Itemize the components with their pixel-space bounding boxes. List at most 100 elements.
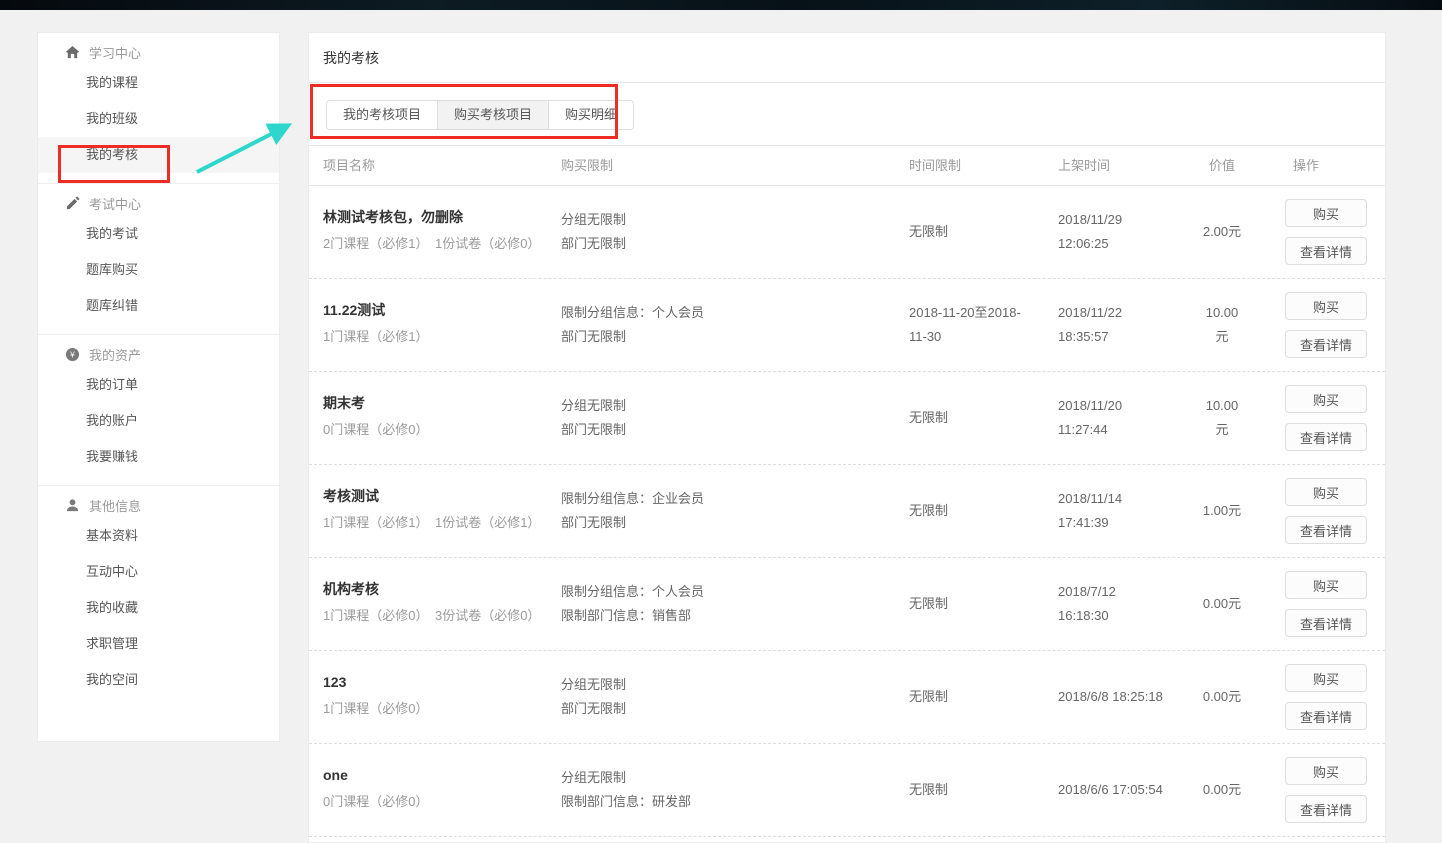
page-title: 我的考核: [309, 33, 1385, 83]
sidebar-item[interactable]: 我的考试: [38, 216, 279, 252]
time-limit: 无限制: [909, 685, 1021, 709]
sidebar-item[interactable]: 求职管理: [38, 626, 279, 662]
sidebar-item[interactable]: 互动中心: [38, 554, 279, 590]
sidebar-item[interactable]: 我的课程: [38, 65, 279, 101]
listed-time: 2018/7/12 16:18:30: [1058, 580, 1198, 628]
project-meta: 2门课程（必修1） 1份试卷（必修0）: [323, 232, 551, 255]
sidebar-section-label: 考试中心: [89, 194, 141, 213]
table-row: 123 1门课程（必修0） 分组无限制 部门无限制 无限制 2018/6/8 1…: [309, 651, 1385, 744]
price: 10.00 元: [1194, 301, 1250, 349]
header-actions: 操作: [1285, 146, 1375, 186]
purchase-limit-line2: 限制部门信息：研发部: [561, 790, 861, 814]
tab[interactable]: 我的考核项目: [327, 101, 437, 129]
sidebar-item[interactable]: 我的收藏: [38, 590, 279, 626]
home-icon: [64, 44, 80, 60]
purchase-limit-line1: 分组无限制: [561, 766, 861, 790]
tab[interactable]: 购买考核项目: [437, 101, 548, 129]
sidebar-section-title: 学习中心: [38, 39, 279, 65]
table-row: 期末考 0门课程（必修0） 分组无限制 部门无限制 无限制 2018/11/20…: [309, 372, 1385, 465]
price: 2.00元: [1194, 220, 1250, 244]
project-meta: 1门课程（必修1） 1份试卷（必修1）: [323, 511, 551, 534]
time-limit: 无限制: [909, 499, 1021, 523]
sidebar-item[interactable]: 题库纠错: [38, 288, 279, 324]
price: 0.00元: [1194, 778, 1250, 802]
view-detail-button[interactable]: 查看详情: [1285, 516, 1367, 544]
header-purchase-limit: 购买限制: [561, 146, 861, 186]
header-time-limit: 时间限制: [909, 146, 1021, 186]
view-detail-button[interactable]: 查看详情: [1285, 330, 1367, 358]
sidebar-item[interactable]: 我的考核: [38, 137, 279, 173]
listed-time: 2018/11/20 11:27:44: [1058, 394, 1198, 442]
purchase-limit-line2: 限制部门信息：销售部: [561, 604, 861, 628]
purchase-limit-line1: 限制分组信息：个人会员: [561, 580, 861, 604]
table-row: 11.22测试 1门课程（必修1） 限制分组信息：个人会员 部门无限制 2018…: [309, 279, 1385, 372]
time-limit: 无限制: [909, 220, 1021, 244]
table-row: 机构考核 1门课程（必修0） 3份试卷（必修0） 限制分组信息：个人会员 限制部…: [309, 558, 1385, 651]
purchase-limit-line1: 分组无限制: [561, 208, 861, 232]
sidebar-item[interactable]: 基本资料: [38, 518, 279, 554]
sidebar-item[interactable]: 题库购买: [38, 252, 279, 288]
sidebar-item[interactable]: 我的空间: [38, 662, 279, 698]
buy-button[interactable]: 购买: [1285, 478, 1367, 506]
purchase-limit-line1: 分组无限制: [561, 394, 861, 418]
project-meta: 0门课程（必修0）: [323, 418, 551, 441]
sidebar-item[interactable]: 我的账户: [38, 403, 279, 439]
buy-button[interactable]: 购买: [1285, 757, 1367, 785]
view-detail-button[interactable]: 查看详情: [1285, 702, 1367, 730]
project-name: one: [323, 766, 551, 784]
listed-time: 2018/6/8 18:25:18: [1058, 685, 1198, 709]
purchase-limit-line2: 部门无限制: [561, 232, 861, 256]
sidebar-section-label: 我的资产: [89, 345, 141, 364]
sidebar-section-title: ¥ 我的资产: [38, 341, 279, 367]
time-limit: 无限制: [909, 778, 1021, 802]
sidebar-section-label: 其他信息: [89, 496, 141, 515]
project-meta: 1门课程（必修0）: [323, 697, 551, 720]
purchase-limit-line2: 部门无限制: [561, 418, 861, 442]
buy-button[interactable]: 购买: [1285, 199, 1367, 227]
time-limit: 无限制: [909, 592, 1021, 616]
tab[interactable]: 购买明细: [548, 101, 633, 129]
svg-text:¥: ¥: [69, 349, 75, 359]
project-name: 林测试考核包，勿删除: [323, 208, 551, 226]
project-name: 123: [323, 673, 551, 691]
coin-icon: ¥: [64, 346, 80, 362]
sidebar-item[interactable]: 我要赚钱: [38, 439, 279, 475]
buy-button[interactable]: 购买: [1285, 292, 1367, 320]
purchase-limit-line2: 部门无限制: [561, 325, 861, 349]
sidebar-section-title: 考试中心: [38, 190, 279, 216]
sidebar-section: 学习中心我的课程我的班级我的考核: [38, 33, 279, 184]
table-row: 林测试考核包，勿删除 2门课程（必修1） 1份试卷（必修0） 分组无限制 部门无…: [309, 186, 1385, 279]
sidebar-section-title: 其他信息: [38, 492, 279, 518]
view-detail-button[interactable]: 查看详情: [1285, 237, 1367, 265]
price: 0.00元: [1194, 685, 1250, 709]
project-name: 机构考核: [323, 580, 551, 598]
purchase-limit-line2: 部门无限制: [561, 511, 861, 535]
user-icon: [64, 497, 80, 513]
sidebar-section: 考试中心我的考试题库购买题库纠错: [38, 184, 279, 335]
purchase-limit-line1: 分组无限制: [561, 673, 861, 697]
listed-time: 2018/11/22 18:35:57: [1058, 301, 1198, 349]
listed-time: 2018/11/29 12:06:25: [1058, 208, 1198, 256]
listed-time: 2018/6/6 17:05:54: [1058, 778, 1198, 802]
project-name: 考核测试: [323, 487, 551, 505]
sidebar: 学习中心我的课程我的班级我的考核考试中心我的考试题库购买题库纠错 ¥ 我的资产我的订…: [37, 32, 280, 742]
sidebar-item[interactable]: 我的班级: [38, 101, 279, 137]
buy-button[interactable]: 购买: [1285, 385, 1367, 413]
tabs-row: 我的考核项目购买考核项目购买明细: [309, 83, 1385, 146]
pencil-icon: [64, 195, 80, 211]
price: 0.00元: [1194, 592, 1250, 616]
project-name: 期末考: [323, 394, 551, 412]
price: 10.00 元: [1194, 394, 1250, 442]
project-meta: 0门课程（必修0）: [323, 790, 551, 813]
tab-group: 我的考核项目购买考核项目购买明细: [326, 100, 634, 130]
time-limit: 2018-11-20至2018- 11-30: [909, 301, 1021, 349]
view-detail-button[interactable]: 查看详情: [1285, 423, 1367, 451]
view-detail-button[interactable]: 查看详情: [1285, 609, 1367, 637]
sidebar-sections: 学习中心我的课程我的班级我的考核考试中心我的考试题库购买题库纠错 ¥ 我的资产我的订…: [38, 33, 279, 708]
table-row: one 0门课程（必修0） 分组无限制 限制部门信息：研发部 无限制 2018/…: [309, 744, 1385, 837]
view-detail-button[interactable]: 查看详情: [1285, 795, 1367, 823]
sidebar-item[interactable]: 我的订单: [38, 367, 279, 403]
table-row: 考核测试 1门课程（必修1） 1份试卷（必修1） 限制分组信息：企业会员 部门无…: [309, 465, 1385, 558]
buy-button[interactable]: 购买: [1285, 571, 1367, 599]
buy-button[interactable]: 购买: [1285, 664, 1367, 692]
